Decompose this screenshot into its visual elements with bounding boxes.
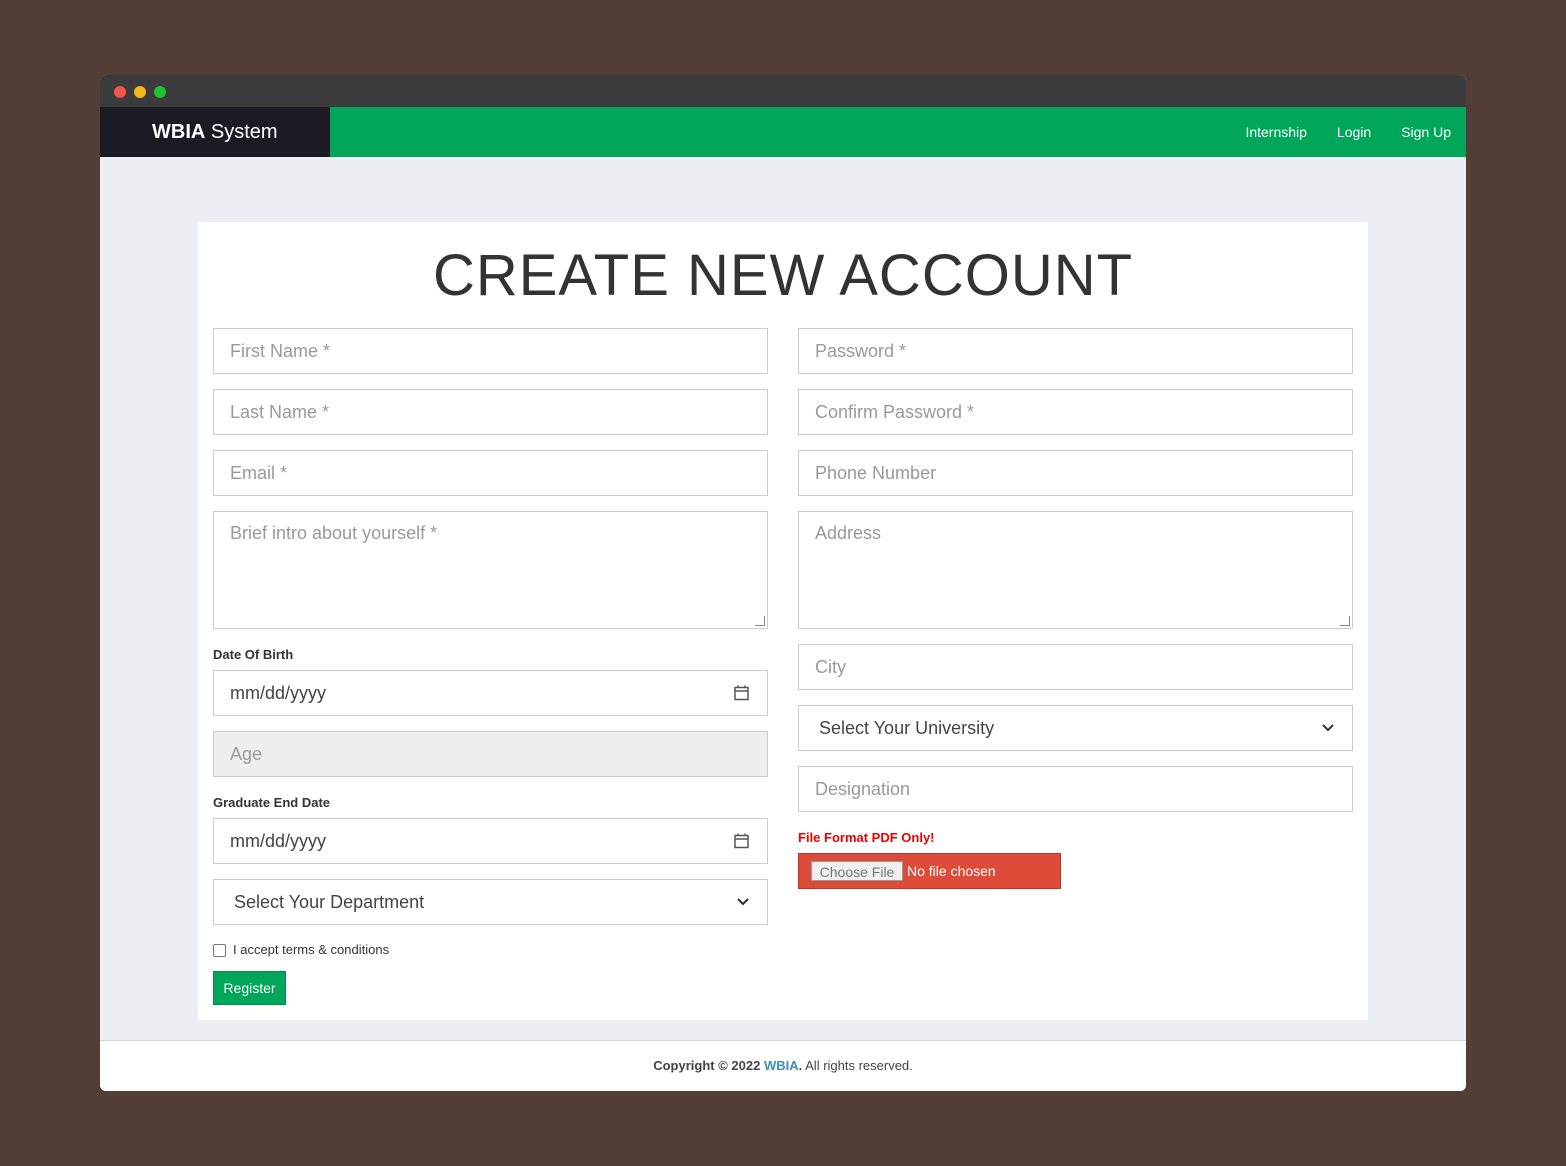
nav-link-signup[interactable]: Sign Up (1401, 124, 1451, 140)
page-footer: Copyright © 2022 WBIA. All rights reserv… (100, 1040, 1466, 1091)
rights-text: All rights reserved. (802, 1058, 913, 1073)
copyright-text: Copyright © 2022 (653, 1058, 764, 1073)
calendar-icon[interactable] (734, 819, 749, 863)
intro-textarea[interactable]: Brief intro about yourself * (213, 511, 768, 629)
city-input[interactable]: City (798, 644, 1353, 690)
file-upload-input[interactable]: Choose File No file chosen (798, 853, 1061, 889)
address-placeholder: Address (815, 523, 882, 543)
email-input[interactable]: Email * (213, 450, 768, 496)
brand-rest-text: System (205, 121, 278, 143)
grad-date-label: Graduate End Date (213, 795, 331, 810)
phone-input[interactable]: Phone Number (798, 450, 1353, 496)
nav-link-internship[interactable]: Internship (1245, 124, 1306, 140)
register-card: CREATE NEW ACCOUNT First Name * Last Nam… (198, 222, 1368, 1020)
terms-checkbox[interactable] (213, 944, 226, 957)
browser-window: WBIA System Internship Login Sign Up CRE… (100, 75, 1466, 1091)
confirm-password-input[interactable]: Confirm Password * (798, 389, 1353, 435)
chevron-down-icon (1322, 706, 1334, 750)
university-select[interactable]: Select Your University (798, 705, 1353, 751)
first-name-input[interactable]: First Name * (213, 328, 768, 374)
close-window-dot[interactable] (114, 86, 126, 98)
maximize-window-dot[interactable] (154, 86, 166, 98)
designation-input[interactable]: Designation (798, 766, 1353, 812)
chevron-down-icon (737, 880, 749, 924)
nav-links: Internship Login Sign Up (1245, 107, 1451, 157)
register-button[interactable]: Register (213, 971, 286, 1005)
resize-handle-icon[interactable] (755, 616, 765, 626)
dob-value: mm/dd/yyyy (230, 683, 327, 703)
grad-date-input[interactable]: mm/dd/yyyy (213, 818, 768, 864)
department-select[interactable]: Select Your Department (213, 879, 768, 925)
password-input[interactable]: Password * (798, 328, 1353, 374)
window-titlebar (100, 75, 1466, 107)
address-textarea[interactable]: Address (798, 511, 1353, 629)
choose-file-button[interactable]: Choose File (811, 861, 903, 881)
terms-label: I accept terms & conditions (233, 942, 390, 957)
resize-handle-icon[interactable] (1340, 616, 1350, 626)
dob-input[interactable]: mm/dd/yyyy (213, 670, 768, 716)
calendar-icon[interactable] (734, 671, 749, 715)
file-status: No file chosen (907, 863, 996, 879)
footer-brand-link[interactable]: WBIA (764, 1058, 799, 1073)
university-selected: Select Your University (819, 718, 995, 738)
last-name-input[interactable]: Last Name * (213, 389, 768, 435)
page-title: CREATE NEW ACCOUNT (432, 243, 1134, 308)
brand-bold-text: WBIA (152, 121, 206, 143)
file-format-note: File Format PDF Only! (798, 830, 935, 845)
intro-placeholder: Brief intro about yourself * (230, 523, 438, 543)
grad-date-value: mm/dd/yyyy (230, 831, 327, 851)
dob-label: Date Of Birth (213, 647, 294, 662)
department-selected: Select Your Department (234, 892, 425, 912)
nav-link-login[interactable]: Login (1337, 124, 1371, 140)
age-input: Age (213, 731, 768, 777)
top-navbar: WBIA System Internship Login Sign Up (100, 107, 1466, 157)
minimize-window-dot[interactable] (134, 86, 146, 98)
brand-logo[interactable]: WBIA System (100, 107, 330, 157)
